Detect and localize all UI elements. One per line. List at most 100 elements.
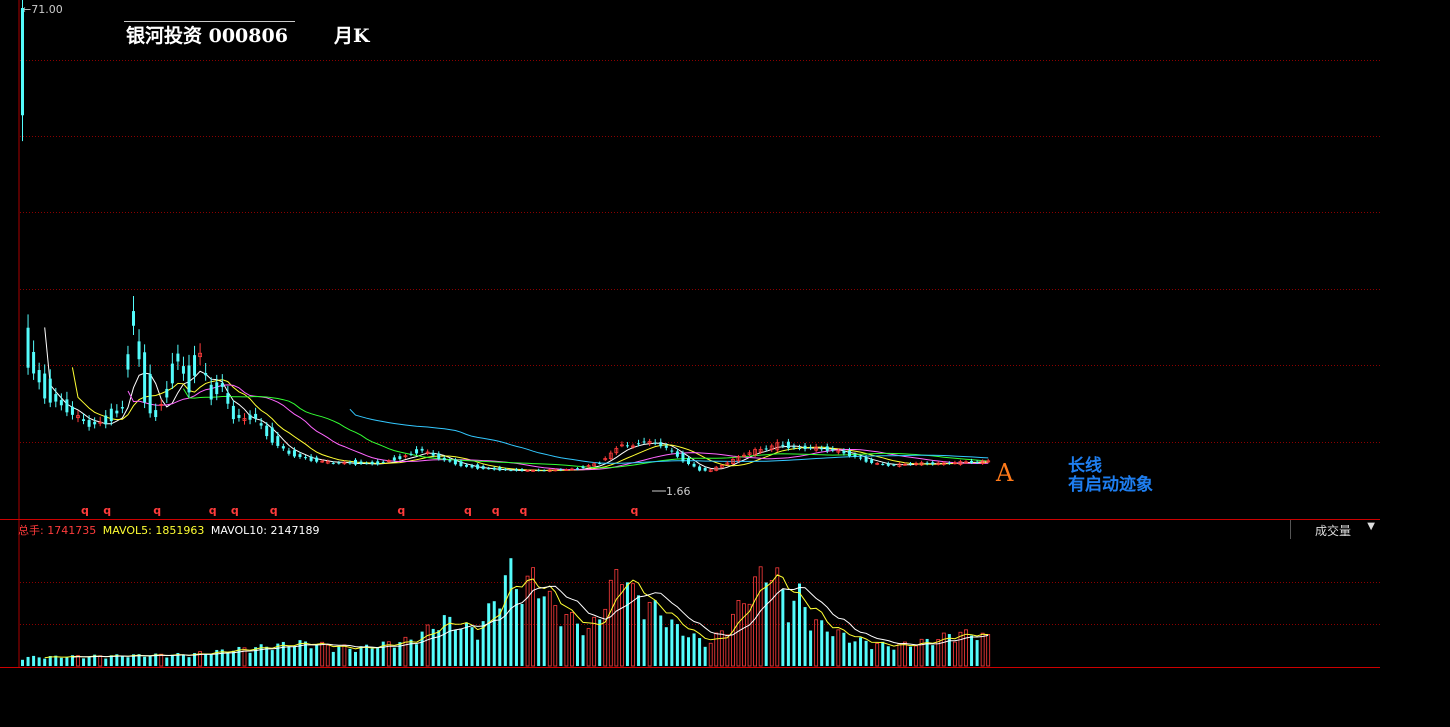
candle-body xyxy=(909,463,912,465)
candle-body xyxy=(126,354,130,370)
volume-bar xyxy=(342,644,347,667)
candle-body xyxy=(254,413,258,419)
volume-bar xyxy=(886,646,890,666)
candle-body xyxy=(181,366,185,374)
candle-body xyxy=(864,457,868,462)
volume-bar xyxy=(698,638,702,666)
volume-bar xyxy=(809,630,813,666)
volume-bar xyxy=(764,582,768,666)
candle-body xyxy=(65,399,69,413)
volume-bar xyxy=(525,575,530,667)
candle-body xyxy=(415,449,419,454)
volume-bar xyxy=(975,640,979,666)
candle-body xyxy=(870,459,874,463)
volume-bar xyxy=(637,595,641,666)
volume-bar xyxy=(453,629,457,666)
mavol5-value: 1851963 xyxy=(155,524,204,537)
volume-bar xyxy=(492,601,496,666)
volume-bar xyxy=(708,642,713,667)
volume-bar xyxy=(714,632,719,667)
signal-marker: q xyxy=(270,504,278,517)
volume-bar xyxy=(614,569,619,667)
volume-bar xyxy=(331,651,335,666)
indicator-select[interactable]: 成交量 ▼ xyxy=(1290,520,1381,539)
volume-bar xyxy=(598,619,602,666)
candle-body xyxy=(809,447,813,449)
volume-bar xyxy=(181,654,185,666)
signal-marker: q xyxy=(520,504,528,517)
volume-bar xyxy=(742,603,746,667)
candle-body xyxy=(792,446,796,448)
price-max-label: ←71.00 xyxy=(22,3,63,16)
candle-body xyxy=(853,454,857,457)
volume-bar xyxy=(265,646,269,666)
volume-bar xyxy=(825,631,829,666)
candle-body xyxy=(925,462,929,464)
volume-bar xyxy=(470,627,474,666)
volume-bar xyxy=(847,642,851,666)
volume-bar xyxy=(675,624,679,666)
volume-bar xyxy=(503,575,507,666)
candle-body xyxy=(542,470,546,472)
candle-body xyxy=(576,468,579,470)
candle-body xyxy=(820,448,824,450)
volume-bar xyxy=(537,598,541,666)
volume-bar xyxy=(586,628,591,667)
signal-marker: q xyxy=(397,504,405,517)
candle-body xyxy=(431,452,435,456)
ma60-line xyxy=(349,408,989,464)
volume-bar xyxy=(853,641,857,666)
candle-body xyxy=(892,464,896,466)
signal-marker: q xyxy=(464,504,472,517)
volume-bar xyxy=(892,649,896,666)
candle-body xyxy=(675,451,679,457)
volume-bar xyxy=(603,608,608,667)
candle-body xyxy=(115,410,119,414)
candles xyxy=(21,0,991,473)
volume-bar xyxy=(692,633,696,666)
candle-body xyxy=(309,456,313,461)
candle-body xyxy=(37,370,41,383)
candle-body xyxy=(947,462,951,464)
candle-body xyxy=(220,383,224,387)
candle-body xyxy=(886,463,890,466)
candle-body xyxy=(82,419,86,422)
volume-bar xyxy=(747,603,752,667)
volume-bar xyxy=(514,589,518,666)
candle-body xyxy=(109,408,113,422)
candle-body xyxy=(653,442,657,444)
volume-bar xyxy=(986,634,991,667)
volume-bar xyxy=(248,652,252,666)
candle-body xyxy=(193,355,197,376)
volume-bar xyxy=(226,653,230,666)
volume-bar xyxy=(547,590,552,667)
volume-bar xyxy=(420,631,424,666)
volume-bar xyxy=(903,641,907,667)
volume-bar xyxy=(59,657,63,666)
volume-bar xyxy=(642,619,646,666)
candle-body xyxy=(265,425,269,437)
candle-body xyxy=(842,450,846,454)
candle-body xyxy=(498,467,502,471)
candle-body xyxy=(281,446,285,449)
volume-bar xyxy=(681,635,685,666)
volume-bar xyxy=(209,654,213,666)
candle-body xyxy=(831,449,835,451)
candle-body xyxy=(670,450,674,452)
volume-bar xyxy=(687,637,690,666)
candle-body xyxy=(59,400,63,406)
candle-body xyxy=(476,464,480,469)
candle-body xyxy=(54,394,58,402)
candle-body xyxy=(70,406,74,415)
volume-bar xyxy=(320,641,325,667)
candle-body xyxy=(409,453,413,455)
volume-bar xyxy=(581,635,585,666)
mavol5-label: MAVOL5: xyxy=(103,524,152,537)
candle-body xyxy=(237,414,241,418)
candle-body xyxy=(764,448,768,450)
volume-bar xyxy=(370,648,374,666)
candle-body xyxy=(975,462,979,464)
candle-body xyxy=(453,459,457,465)
candle-body xyxy=(481,466,485,469)
total-label: 总手: xyxy=(18,523,44,537)
